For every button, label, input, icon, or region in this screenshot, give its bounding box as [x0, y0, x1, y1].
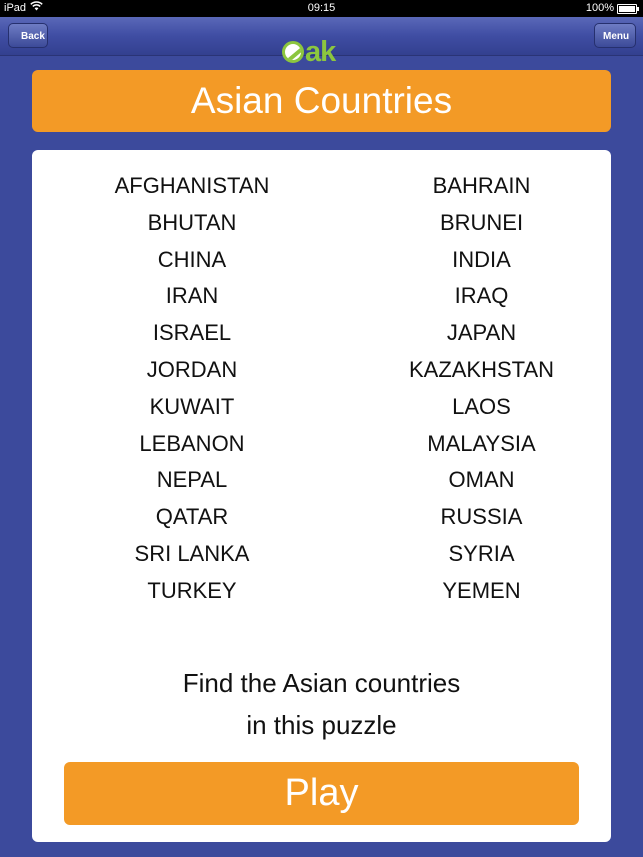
word-item: AFGHANISTAN: [114, 173, 270, 198]
status-bar: iPad 09:15 100%: [0, 0, 643, 17]
word-item: LEBANON: [139, 430, 245, 456]
word-item: INDIA: [452, 246, 511, 272]
instructions-line-2: in this puzzle: [246, 710, 397, 740]
word-item: KUWAIT: [149, 393, 235, 419]
clock: 09:15: [307, 2, 336, 14]
word-item: BHUTAN: [147, 209, 237, 235]
oak-logo: ak: [282, 36, 336, 68]
navigation-bar: Back ak Menu: [0, 17, 643, 67]
word-item: MALAYSIA: [427, 430, 536, 456]
puzzle-panel: AFGHANISTAN BAHRAIN BHUTAN BRUNEI CHINA INDIA…: [32, 150, 611, 842]
word-item: BRUNEI: [439, 209, 524, 235]
word-item: CHINA: [157, 246, 227, 272]
word-item: ISRAEL: [152, 320, 232, 346]
word-item: JAPAN: [446, 320, 517, 346]
logo-ball-icon: [282, 41, 304, 63]
word-item: IRAQ: [454, 283, 509, 309]
word-item: JORDAN: [146, 356, 238, 382]
word-item: RUSSIA: [440, 504, 523, 530]
word-item: IRAN: [165, 283, 219, 309]
battery-icon: [617, 3, 639, 14]
word-item: SRI LANKA: [134, 540, 250, 566]
play-button[interactable]: Play: [64, 762, 579, 825]
word-item: SYRIA: [448, 540, 515, 566]
word-list: AFGHANISTAN BAHRAIN BHUTAN BRUNEI CHINA INDIA…: [32, 168, 611, 610]
instructions-line-1: Find the Asian countries: [182, 668, 461, 698]
word-item: LAOS: [452, 393, 511, 419]
word-item: OMAN: [448, 467, 515, 493]
word-item: YEMEN: [442, 577, 521, 603]
instructions: Find the Asian countries in this puzzle: [32, 662, 611, 746]
back-button[interactable]: Back: [8, 23, 48, 48]
battery-percent: 100%: [585, 2, 614, 14]
word-item: BAHRAIN: [432, 173, 531, 198]
word-item: TURKEY: [147, 577, 237, 603]
page-title: Asian Countries: [32, 70, 611, 132]
word-item: NEPAL: [156, 467, 228, 493]
word-item: QATAR: [155, 504, 229, 530]
menu-button[interactable]: Menu: [594, 23, 636, 48]
logo-text: ak: [305, 36, 336, 68]
word-item: KAZAKHSTAN: [408, 356, 555, 382]
